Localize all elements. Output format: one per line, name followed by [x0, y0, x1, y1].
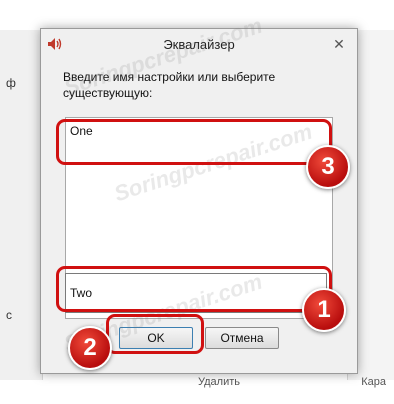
title-bar[interactable]: Эквалайзер ✕ — [41, 29, 357, 59]
background-delete-label: Удалить — [198, 376, 240, 388]
step-badge-1: 1 — [302, 288, 346, 332]
background-left-panel: ф с — [0, 30, 43, 380]
highlight-ok-button — [106, 314, 204, 354]
background-letter: ф — [6, 76, 16, 90]
background-label: Кара — [361, 376, 386, 388]
background-letter: с — [6, 308, 12, 322]
close-button[interactable]: ✕ — [327, 35, 351, 53]
highlight-preset-list-entry — [56, 119, 332, 165]
step-badge-3: 3 — [306, 145, 350, 189]
prompt-text: Введите имя настройки или выберите сущес… — [63, 70, 276, 100]
highlight-name-field — [56, 266, 332, 312]
step-badge-2: 2 — [68, 326, 112, 370]
cancel-button[interactable]: Отмена — [205, 327, 279, 349]
dialog-title: Эквалайзер — [163, 37, 235, 52]
